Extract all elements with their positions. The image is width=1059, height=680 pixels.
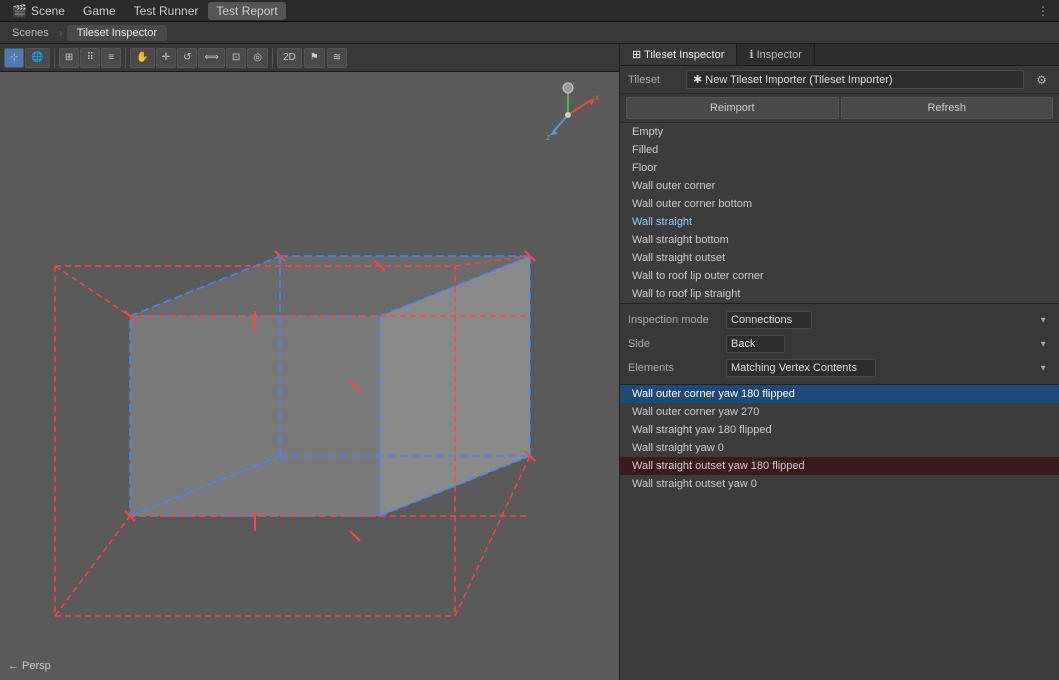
tab-bar: Scenes › Tileset Inspector <box>0 22 1059 44</box>
list-item[interactable]: Wall outer corner bottom <box>620 195 1059 213</box>
list-item[interactable]: Wall straight outset <box>620 249 1059 267</box>
scene-canvas: y x z <box>0 72 619 680</box>
toolbar-rotate[interactable]: ↺ <box>177 48 197 68</box>
active-tab[interactable]: Tileset Inspector <box>67 25 167 41</box>
toolbar-group-transform: ⊹ 🌐 <box>4 48 55 68</box>
breadcrumb-separator: › <box>59 26 63 40</box>
tile-list: Empty Filled Floor Wall outer corner Wal… <box>620 123 1059 304</box>
side-wrapper: Back Front Left Right Top Bottom <box>726 335 1051 353</box>
inspection-mode-select[interactable]: Connections Faces Vertices <box>726 311 812 329</box>
info-icon: ℹ <box>749 49 756 61</box>
tab-tileset-inspector[interactable]: ⊞ Tileset Inspector <box>620 44 737 65</box>
toolbar-sphere[interactable]: ◎ <box>247 48 268 68</box>
tileset-icon: ⊞ <box>632 49 644 61</box>
toolbar-arrows[interactable]: ✛ <box>156 48 176 68</box>
viewport-toolbar: ⊹ 🌐 ⊞ ⠿ ≡ ✋ ✛ ↺ ⟺ ⊡ ◎ 2D ⚑ ≋ <box>0 44 619 72</box>
list-item[interactable]: Wall straight bottom <box>620 231 1059 249</box>
elements-row: Elements Matching Vertex Contents All No… <box>620 356 1059 380</box>
result-item[interactable]: Wall straight yaw 0 <box>620 439 1059 457</box>
result-item[interactable]: Wall straight outset yaw 0 <box>620 475 1059 493</box>
reimport-button[interactable]: Reimport <box>626 97 839 119</box>
side-label: Side <box>628 338 718 350</box>
tileset-label: Tileset <box>628 74 678 86</box>
refresh-button[interactable]: Refresh <box>841 97 1054 119</box>
list-item[interactable]: Wall to roof lip straight <box>620 285 1059 303</box>
right-panel: ⊞ Tileset Inspector ℹ Inspector Tileset … <box>619 44 1059 680</box>
results-list: Wall outer corner yaw 180 flipped Wall o… <box>620 385 1059 680</box>
toolbar-2d[interactable]: 2D <box>277 48 302 68</box>
toolbar-globe[interactable]: 🌐 <box>25 48 49 68</box>
list-item[interactable]: Empty <box>620 123 1059 141</box>
elements-label: Elements <box>628 362 718 374</box>
menu-dots[interactable]: ⋮ <box>1031 2 1055 20</box>
toolbar-group-move: ✋ ✛ ↺ ⟺ ⊡ ◎ <box>130 48 273 68</box>
tileset-row: Tileset ✱ New Tileset Importer (Tileset … <box>620 66 1059 94</box>
svg-text:z: z <box>546 132 551 142</box>
inspection-mode-label: Inspection mode <box>628 314 718 326</box>
list-item[interactable]: Filled <box>620 141 1059 159</box>
list-item[interactable]: Wall to roof lip outer corner <box>620 267 1059 285</box>
menu-bar: 🎬 Scene Game Test Runner Test Report ⋮ <box>0 0 1059 22</box>
scene-icon: 🎬 <box>12 4 27 18</box>
toolbar-scale[interactable]: ⟺ <box>198 48 224 68</box>
3d-box <box>0 72 619 680</box>
toolbar-select[interactable]: ⊹ <box>4 48 24 68</box>
persp-label: ← Persp <box>8 660 51 672</box>
list-item-wall-straight[interactable]: Wall straight <box>620 213 1059 231</box>
breadcrumb: Scenes <box>6 25 55 41</box>
toolbar-lines[interactable]: ≡ <box>101 48 121 68</box>
properties-section: Inspection mode Connections Faces Vertic… <box>620 304 1059 385</box>
gear-button[interactable]: ⚙ <box>1032 71 1051 89</box>
toolbar-flag[interactable]: ⚑ <box>304 48 325 68</box>
result-item[interactable]: Wall outer corner yaw 180 flipped <box>620 385 1059 403</box>
list-item[interactable]: Wall outer corner <box>620 177 1059 195</box>
menu-game[interactable]: Game <box>75 2 124 20</box>
panel-tabs: ⊞ Tileset Inspector ℹ Inspector <box>620 44 1059 66</box>
result-item[interactable]: Wall outer corner yaw 270 <box>620 403 1059 421</box>
main-layout: ⊹ 🌐 ⊞ ⠿ ≡ ✋ ✛ ↺ ⟺ ⊡ ◎ 2D ⚑ ≋ <box>0 44 1059 680</box>
tileset-value[interactable]: ✱ New Tileset Importer (Tileset Importer… <box>686 70 1024 89</box>
svg-text:x: x <box>595 92 600 102</box>
toolbar-rect[interactable]: ⊡ <box>226 48 246 68</box>
side-row: Side Back Front Left Right Top Bottom <box>620 332 1059 356</box>
menu-scene[interactable]: 🎬 Scene <box>4 2 73 20</box>
inspection-mode-row: Inspection mode Connections Faces Vertic… <box>620 308 1059 332</box>
tab-inspector[interactable]: ℹ Inspector <box>737 44 815 65</box>
elements-select[interactable]: Matching Vertex Contents All None <box>726 359 876 377</box>
toolbar-snap[interactable]: ⊞ <box>59 48 79 68</box>
inspector-content: Tileset ✱ New Tileset Importer (Tileset … <box>620 66 1059 680</box>
toolbar-group-snap: ⊞ ⠿ ≡ <box>59 48 126 68</box>
viewport: ⊹ 🌐 ⊞ ⠿ ≡ ✋ ✛ ↺ ⟺ ⊡ ◎ 2D ⚑ ≋ <box>0 44 619 680</box>
toolbar-hand[interactable]: ✋ <box>130 48 154 68</box>
gizmo: y x z <box>533 80 603 150</box>
list-item[interactable]: Floor <box>620 159 1059 177</box>
elements-wrapper: Matching Vertex Contents All None <box>726 359 1051 377</box>
toolbar-dots[interactable]: ⠿ <box>80 48 100 68</box>
action-buttons: Reimport Refresh <box>620 94 1059 123</box>
side-select[interactable]: Back Front Left Right Top Bottom <box>726 335 785 353</box>
result-item[interactable]: Wall straight yaw 180 flipped <box>620 421 1059 439</box>
menu-test-runner[interactable]: Test Runner <box>126 2 207 20</box>
inspection-mode-wrapper: Connections Faces Vertices <box>726 311 1051 329</box>
menu-test-report[interactable]: Test Report <box>208 2 285 20</box>
toolbar-wave[interactable]: ≋ <box>327 48 347 68</box>
result-item[interactable]: Wall straight outset yaw 180 flipped <box>620 457 1059 475</box>
